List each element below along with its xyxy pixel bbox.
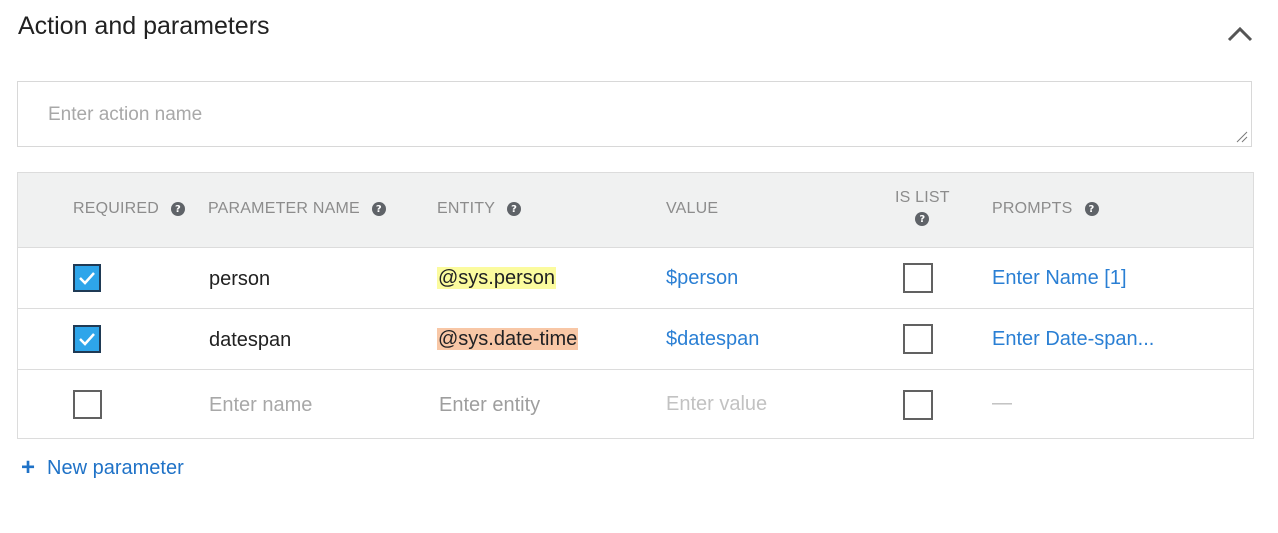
help-icon[interactable]: ?: [371, 202, 386, 216]
help-icon[interactable]: ?: [171, 202, 186, 216]
is-list-checkbox[interactable]: [903, 390, 933, 420]
prompts-placeholder: —: [992, 392, 1012, 414]
new-parameter-label: New parameter: [47, 456, 184, 479]
entity-value[interactable]: @sys.date-time: [437, 328, 579, 351]
header-required: REQUIRED ?: [73, 200, 186, 218]
checkmark-icon: [79, 272, 95, 285]
resize-grip-icon[interactable]: [1236, 131, 1248, 143]
header-entity: ENTITY ?: [437, 200, 522, 218]
checkmark-icon: [79, 333, 95, 346]
required-checkbox[interactable]: [73, 264, 101, 292]
table-header: REQUIRED ? PARAMETER NAME ? ENTITY ? VAL…: [18, 173, 1253, 248]
parameter-name[interactable]: person: [209, 268, 270, 291]
parameters-table: REQUIRED ? PARAMETER NAME ? ENTITY ? VAL…: [17, 172, 1254, 439]
help-icon[interactable]: ?: [915, 212, 930, 226]
action-name-input[interactable]: [18, 82, 1251, 146]
plus-icon: +: [21, 454, 36, 481]
prompts-link[interactable]: Enter Name [1]: [992, 267, 1127, 290]
new-parameter-button[interactable]: + New parameter: [21, 456, 184, 480]
header-value: VALUE: [666, 200, 719, 217]
table-row: person @sys.person $person Enter Name [1…: [18, 248, 1253, 309]
value-input[interactable]: Enter value: [666, 393, 767, 416]
entity-value[interactable]: @sys.person: [437, 267, 557, 290]
value-field[interactable]: $datespan: [666, 328, 759, 351]
help-icon[interactable]: ?: [507, 202, 522, 216]
section-title: Action and parameters: [18, 12, 270, 40]
table-row-new: Enter name Enter entity Enter value —: [18, 370, 1253, 438]
header-parameter-name: PARAMETER NAME ?: [208, 200, 386, 218]
header-prompts: PROMPTS ?: [992, 200, 1099, 218]
prompts-link[interactable]: Enter Date-span...: [992, 328, 1154, 351]
required-checkbox[interactable]: [73, 325, 101, 353]
parameter-name[interactable]: datespan: [209, 329, 291, 352]
required-checkbox[interactable]: [73, 390, 102, 419]
is-list-checkbox[interactable]: [903, 263, 933, 293]
entity-highlight: @sys.date-time: [437, 328, 579, 350]
entity-highlight: @sys.person: [437, 267, 557, 289]
collapse-button[interactable]: [1224, 22, 1256, 46]
chevron-up-icon: [1227, 26, 1253, 42]
header-is-list: IS LIST ?: [895, 189, 950, 226]
action-name-field-container: [17, 81, 1252, 147]
table-row: datespan @sys.date-time $datespan Enter …: [18, 309, 1253, 370]
is-list-checkbox[interactable]: [903, 324, 933, 354]
help-icon[interactable]: ?: [1084, 202, 1099, 216]
value-field[interactable]: $person: [666, 267, 738, 290]
entity-input[interactable]: Enter entity: [439, 394, 540, 417]
parameter-name-input[interactable]: Enter name: [209, 394, 312, 417]
